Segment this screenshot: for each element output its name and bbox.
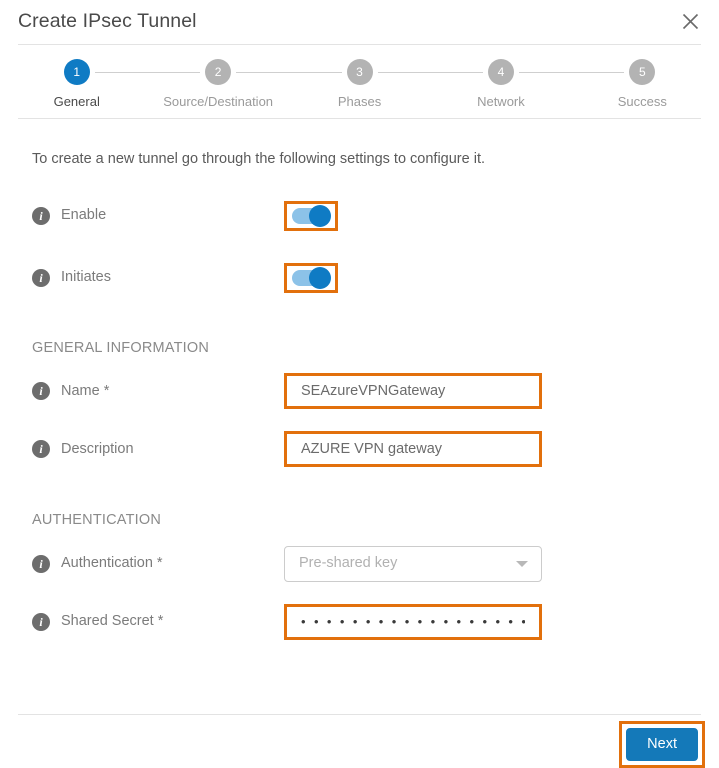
form-row-description: i Description <box>32 431 701 467</box>
intro-text: To create a new tunnel go through the fo… <box>32 151 486 167</box>
step-label: General <box>53 94 100 109</box>
step-connector <box>147 72 201 73</box>
shared-secret-label-group: i Shared Secret * <box>32 612 284 631</box>
step-number: 3 <box>346 59 373 85</box>
info-icon[interactable]: i <box>32 554 50 573</box>
form-row-enable: i Enable <box>32 199 701 233</box>
shared-secret-input[interactable] <box>287 606 539 637</box>
page-title: Create IPsec Tunnel <box>18 10 197 33</box>
form-row-initiates: i Initiates <box>32 261 701 295</box>
step-phases[interactable]: 3 Phases <box>288 59 431 109</box>
step-connector <box>288 72 342 73</box>
description-label-group: i Description <box>32 440 284 458</box>
form-row-authentication: i Authentication * Pre-shared key <box>32 545 701 582</box>
initiates-toggle-highlight <box>284 262 338 293</box>
step-label: Source/Destination <box>163 94 274 109</box>
name-label-group: i Name * <box>32 382 284 400</box>
step-network[interactable]: 4 Network <box>430 59 572 109</box>
step-connector <box>94 72 148 73</box>
footer-divider <box>18 714 701 715</box>
step-success[interactable]: 5 Success <box>571 59 713 109</box>
step-number: 1 <box>63 59 90 85</box>
authentication-label-group: i Authentication * <box>32 554 284 573</box>
enable-label-group: i Enable <box>32 206 284 225</box>
initiates-label: Initiates <box>61 269 111 286</box>
enable-label: Enable <box>61 207 107 224</box>
step-number: 2 <box>205 59 232 85</box>
authentication-selected-value: Pre-shared key <box>299 555 398 572</box>
next-button-highlight: Next <box>619 721 705 768</box>
step-number: 5 <box>629 59 656 85</box>
form-row-name: i Name * <box>32 373 701 409</box>
initiates-toggle[interactable] <box>292 266 331 289</box>
toggle-knob <box>309 266 331 289</box>
info-icon[interactable]: i <box>32 382 50 400</box>
authentication-select[interactable]: Pre-shared key <box>284 545 542 582</box>
wizard-stepper: 1 General 2 Source/Destination 3 Phases … <box>0 45 719 118</box>
chevron-down-icon <box>516 560 528 567</box>
info-icon[interactable]: i <box>32 206 50 225</box>
step-label: Network <box>477 94 525 109</box>
step-connector <box>236 72 289 73</box>
dialog-footer: Next <box>619 721 705 768</box>
description-input-highlight <box>284 431 542 467</box>
enable-toggle-highlight <box>284 200 338 231</box>
step-connector <box>377 72 431 73</box>
step-source-destination[interactable]: 2 Source/Destination <box>147 59 289 109</box>
section-heading-general-information: GENERAL INFORMATION <box>32 339 210 356</box>
toggle-knob <box>309 204 331 227</box>
step-number: 4 <box>487 59 514 85</box>
step-connector <box>518 72 572 73</box>
stepper-divider <box>18 118 701 119</box>
form-row-shared-secret: i Shared Secret * <box>32 603 701 640</box>
info-icon[interactable]: i <box>32 612 50 631</box>
name-input[interactable] <box>287 376 539 406</box>
step-general[interactable]: 1 General <box>6 59 148 109</box>
authentication-label: Authentication * <box>61 555 163 572</box>
initiates-label-group: i Initiates <box>32 268 284 287</box>
dialog-header: Create IPsec Tunnel <box>0 0 719 44</box>
info-icon[interactable]: i <box>32 440 50 458</box>
step-connector <box>430 72 483 73</box>
next-button[interactable]: Next <box>626 728 698 761</box>
info-icon[interactable]: i <box>32 268 50 287</box>
description-input[interactable] <box>287 434 539 464</box>
shared-secret-input-highlight <box>284 603 542 640</box>
shared-secret-label: Shared Secret * <box>61 613 164 630</box>
close-icon[interactable] <box>675 6 705 36</box>
wizard-body: To create a new tunnel go through the fo… <box>0 152 719 640</box>
name-input-highlight <box>284 373 542 409</box>
step-label: Success <box>617 94 667 109</box>
step-connector <box>571 72 625 73</box>
description-label: Description <box>61 440 134 457</box>
name-label: Name * <box>61 382 110 399</box>
enable-toggle[interactable] <box>292 204 331 227</box>
section-heading-authentication: AUTHENTICATION <box>32 512 162 528</box>
step-label: Phases <box>337 94 382 109</box>
